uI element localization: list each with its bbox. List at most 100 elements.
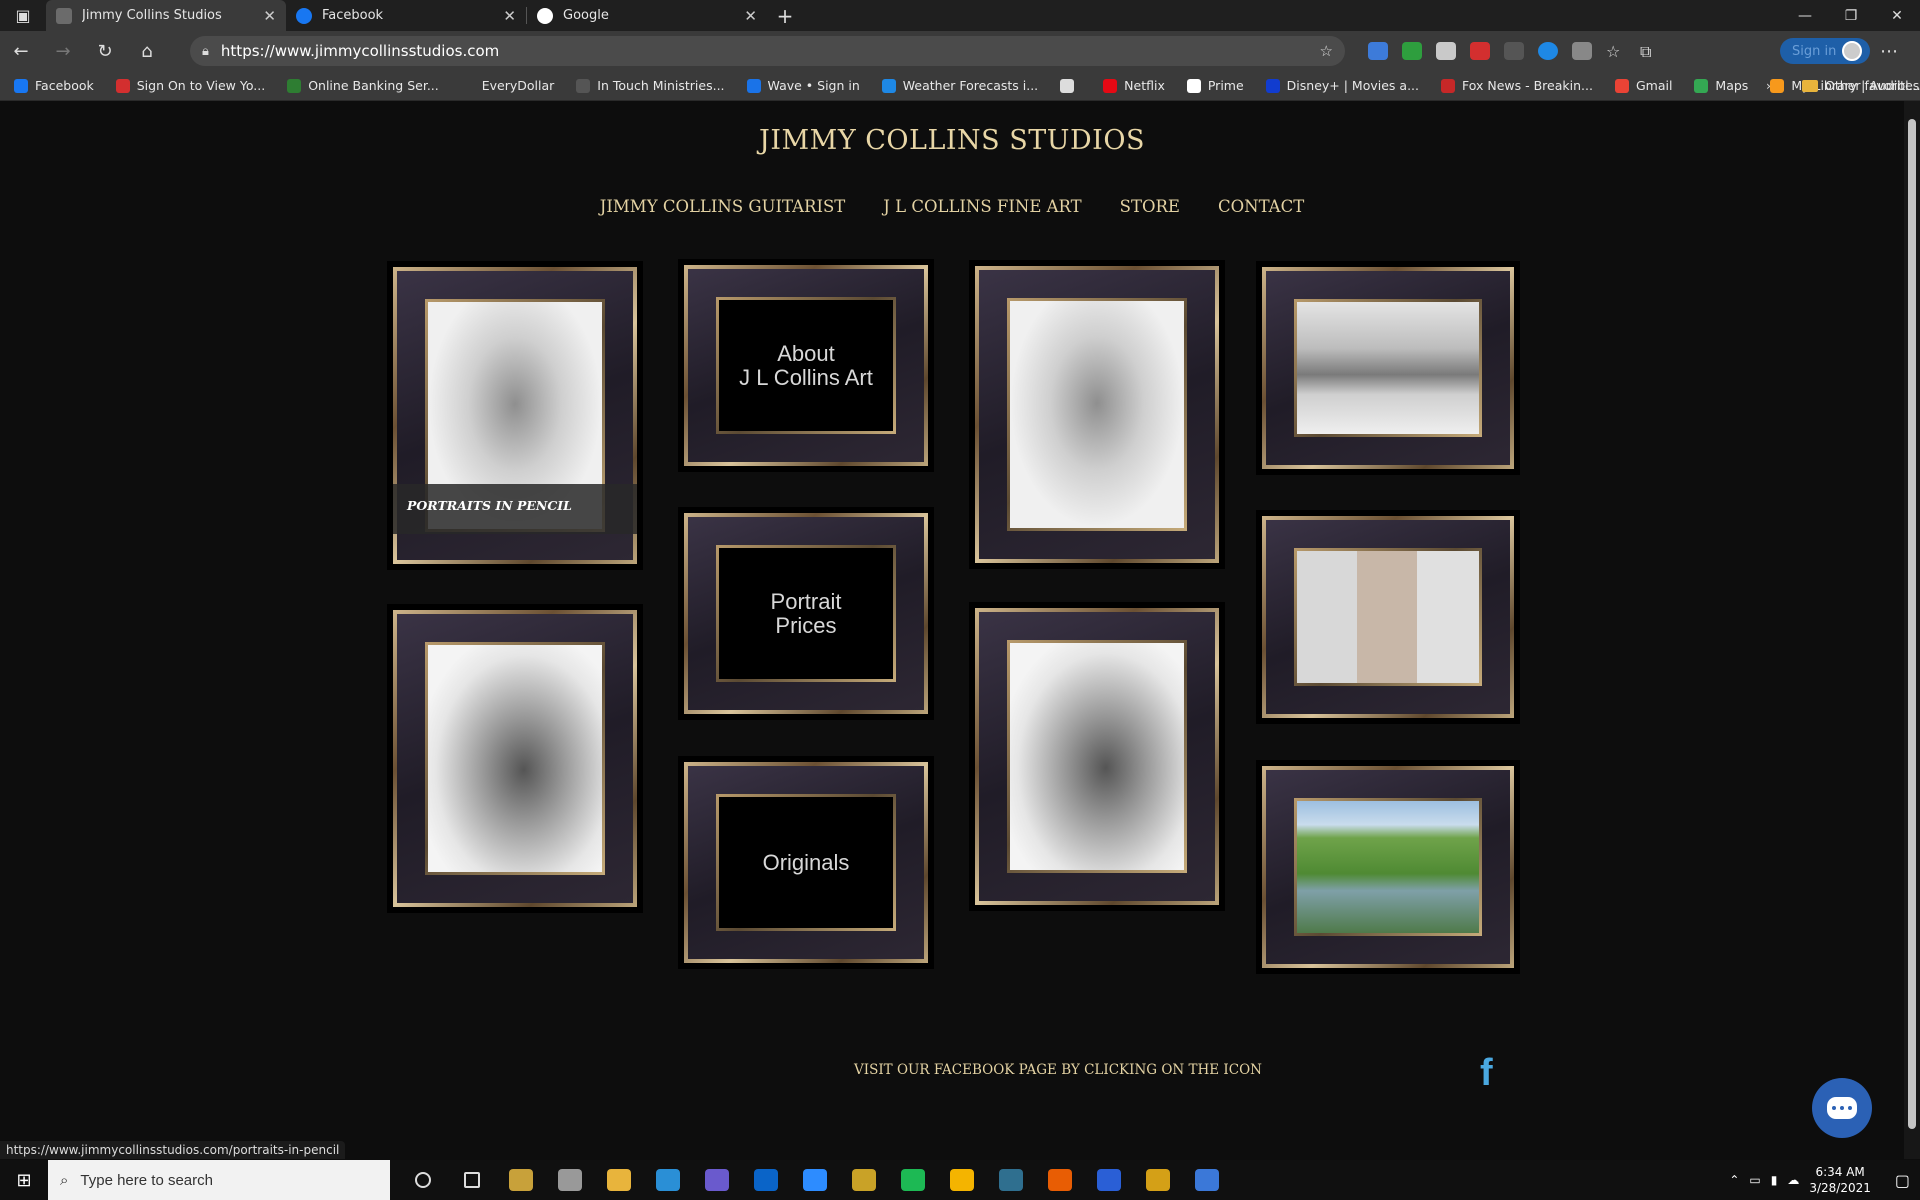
favorite-favicon-icon bbox=[115, 78, 130, 93]
app-icon[interactable] bbox=[545, 1160, 594, 1200]
footer-facebook-text: VISIT OUR FACEBOOK PAGE BY CLICKING ON T… bbox=[854, 1062, 1262, 1078]
minimize-icon[interactable]: — bbox=[1782, 0, 1828, 31]
originals-label: Originals bbox=[719, 797, 893, 928]
file-explorer-icon[interactable] bbox=[594, 1160, 643, 1200]
more-options-icon[interactable]: ⋯ bbox=[1880, 31, 1898, 71]
favorite-item[interactable] bbox=[1060, 78, 1081, 93]
close-icon[interactable]: ✕ bbox=[744, 7, 757, 25]
edge-icon[interactable] bbox=[643, 1160, 692, 1200]
cat-drawing-tile[interactable] bbox=[969, 260, 1225, 569]
battery-icon[interactable]: ▮ bbox=[1771, 1173, 1778, 1187]
pet-collage-image bbox=[1297, 551, 1479, 683]
favorite-item[interactable]: Prime bbox=[1186, 78, 1244, 93]
close-icon[interactable]: ✕ bbox=[503, 7, 516, 25]
app-icon[interactable] bbox=[1035, 1160, 1084, 1200]
onedrive-icon[interactable]: ☁ bbox=[1787, 1173, 1799, 1187]
menu-item-contact[interactable]: CONTACT bbox=[1218, 197, 1304, 216]
favorite-item[interactable]: Maps bbox=[1694, 78, 1748, 93]
extension-icon[interactable] bbox=[1436, 42, 1456, 60]
favorite-favicon-icon bbox=[1103, 78, 1118, 93]
lock-icon[interactable]: 🔒︎ bbox=[202, 44, 209, 59]
originals-tile[interactable]: Originals bbox=[678, 756, 934, 969]
address-bar[interactable]: 🔒︎ https://www.jimmycollinsstudios.com ☆ bbox=[190, 36, 1345, 66]
portrait-prices-tile[interactable]: Portrait Prices bbox=[678, 507, 934, 720]
favorite-item[interactable]: Disney+ | Movies a... bbox=[1265, 78, 1419, 93]
close-icon[interactable]: ✕ bbox=[263, 7, 276, 25]
tab-jimmy-collins[interactable]: Jimmy Collins Studios ✕ bbox=[46, 0, 286, 31]
menu-item-guitarist[interactable]: JIMMY COLLINS GUITARIST bbox=[600, 197, 846, 216]
tab-facebook[interactable]: Facebook ✕ bbox=[286, 0, 526, 31]
forward-icon[interactable]: → bbox=[42, 31, 84, 71]
extension-icon[interactable] bbox=[1538, 42, 1558, 60]
app-icon[interactable] bbox=[888, 1160, 937, 1200]
favorite-item[interactable]: Sign On to View Yo... bbox=[115, 78, 265, 93]
favorites-icon[interactable]: ☆ bbox=[1606, 42, 1626, 61]
sign-in-label: Sign in bbox=[1792, 43, 1837, 59]
instruments-drawing-tile[interactable] bbox=[387, 604, 643, 913]
chat-button[interactable] bbox=[1812, 1078, 1872, 1138]
favorite-item[interactable]: Gmail bbox=[1614, 78, 1672, 93]
add-favorite-icon[interactable]: ☆ bbox=[1320, 42, 1333, 60]
tab-actions-icon[interactable]: ▣ bbox=[0, 0, 46, 31]
chevron-right-icon[interactable]: › bbox=[1766, 78, 1771, 93]
extension-icon[interactable] bbox=[1368, 42, 1388, 60]
extension-icon[interactable] bbox=[1470, 42, 1490, 60]
zoom-icon[interactable] bbox=[790, 1160, 839, 1200]
favorite-item[interactable]: Facebook bbox=[14, 78, 94, 93]
favorite-item[interactable]: Wave • Sign in bbox=[746, 78, 860, 93]
outlook-icon[interactable] bbox=[741, 1160, 790, 1200]
favorite-item[interactable]: Fox News - Breakin... bbox=[1440, 78, 1593, 93]
window-controls: — ❐ ✕ bbox=[1782, 0, 1920, 31]
pet-portraits-tile[interactable] bbox=[1256, 510, 1520, 724]
app-icon[interactable] bbox=[692, 1160, 741, 1200]
favorite-favicon-icon bbox=[287, 78, 302, 93]
menu-item-fine-art[interactable]: J L COLLINS FINE ART bbox=[883, 197, 1081, 216]
windows-start-icon[interactable]: ⊞ bbox=[0, 1160, 48, 1200]
google-favicon-icon bbox=[537, 7, 553, 24]
extension-icon[interactable] bbox=[1572, 42, 1592, 60]
portraits-in-pencil-tile[interactable]: PORTRAITS IN PENCIL bbox=[387, 261, 643, 570]
app-icon[interactable] bbox=[1133, 1160, 1182, 1200]
house-drawing-tile[interactable] bbox=[1256, 261, 1520, 475]
cortana-icon[interactable] bbox=[398, 1160, 447, 1200]
extension-icon[interactable] bbox=[1504, 42, 1524, 60]
app-icon[interactable] bbox=[986, 1160, 1035, 1200]
app-icon[interactable] bbox=[839, 1160, 888, 1200]
site-title[interactable]: JIMMY COLLINS STUDIOS bbox=[0, 125, 1904, 156]
chrome-icon[interactable] bbox=[937, 1160, 986, 1200]
about-tile[interactable]: About J L Collins Art bbox=[678, 259, 934, 472]
favorite-item[interactable]: Weather Forecasts i... bbox=[881, 78, 1038, 93]
chevron-up-icon[interactable]: ⌃ bbox=[1729, 1173, 1739, 1187]
landscape-painting-tile[interactable] bbox=[1256, 760, 1520, 974]
favorite-favicon-icon bbox=[881, 78, 896, 93]
photos-icon[interactable] bbox=[1182, 1160, 1231, 1200]
extension-icon[interactable] bbox=[1402, 42, 1422, 60]
task-view-icon[interactable] bbox=[447, 1160, 496, 1200]
taskbar-search[interactable]: ⌕ Type here to search bbox=[48, 1160, 390, 1200]
headphones-icon[interactable] bbox=[1084, 1160, 1133, 1200]
url-text[interactable]: https://www.jimmycollinsstudios.com bbox=[221, 42, 499, 60]
back-icon[interactable]: ← bbox=[0, 31, 42, 71]
favorite-item[interactable]: Netflix bbox=[1103, 78, 1165, 93]
page-scrollbar[interactable] bbox=[1904, 101, 1920, 1159]
menu-item-store[interactable]: STORE bbox=[1120, 197, 1180, 216]
notifications-icon[interactable]: ▢ bbox=[1895, 1171, 1910, 1190]
refresh-icon[interactable]: ↻ bbox=[84, 31, 126, 71]
favorite-item[interactable]: In Touch Ministries... bbox=[576, 78, 725, 93]
home-icon[interactable]: ⌂ bbox=[126, 31, 168, 71]
favorite-item[interactable]: Online Banking Ser... bbox=[287, 78, 439, 93]
tab-google[interactable]: Google ✕ bbox=[527, 0, 767, 31]
other-favorites[interactable]: Other favorites bbox=[1802, 78, 1919, 93]
scrollbar-thumb[interactable] bbox=[1908, 119, 1916, 1129]
close-window-icon[interactable]: ✕ bbox=[1874, 0, 1920, 31]
network-icon[interactable]: ▭ bbox=[1749, 1173, 1760, 1187]
store-icon[interactable] bbox=[496, 1160, 545, 1200]
sign-in-button[interactable]: Sign in bbox=[1780, 38, 1871, 64]
favorite-item[interactable]: EveryDollar bbox=[460, 78, 554, 93]
new-tab-button[interactable]: + bbox=[767, 0, 803, 31]
clock[interactable]: 6:34 AM 3/28/2021 bbox=[1809, 1164, 1871, 1196]
facebook-icon[interactable]: f bbox=[1480, 1052, 1493, 1095]
horse-drawing-tile[interactable] bbox=[969, 602, 1225, 911]
restore-icon[interactable]: ❐ bbox=[1828, 0, 1874, 31]
collections-icon[interactable]: ⧉ bbox=[1640, 42, 1660, 61]
